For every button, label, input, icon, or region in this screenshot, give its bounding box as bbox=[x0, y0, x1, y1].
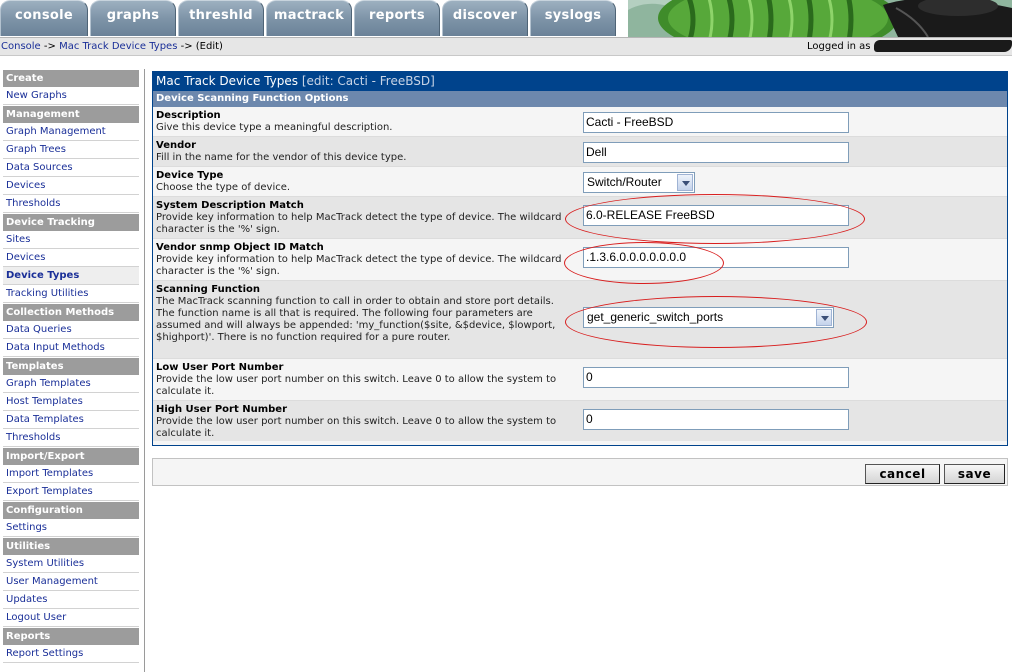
sidebar-item-new-graphs[interactable]: New Graphs bbox=[3, 87, 139, 105]
device-type-select[interactable]: Switch/Router bbox=[583, 172, 695, 193]
cancel-button[interactable]: cancel bbox=[865, 464, 940, 484]
sidebar-item-graph-trees[interactable]: Graph Trees bbox=[3, 141, 139, 159]
sidebar-item-graph-templates[interactable]: Graph Templates bbox=[3, 375, 139, 393]
field-help: Provide key information to help MacTrack… bbox=[156, 212, 562, 235]
save-button[interactable]: save bbox=[944, 464, 1005, 484]
tab-mactrack[interactable]: mactrack bbox=[266, 0, 352, 36]
field-label: High User Port Number bbox=[156, 404, 287, 415]
sidebar-item-data-input-methods[interactable]: Data Input Methods bbox=[3, 339, 139, 357]
sidebar-item-import-templates[interactable]: Import Templates bbox=[3, 465, 139, 483]
sidebar-item-data-queries[interactable]: Data Queries bbox=[3, 321, 139, 339]
form-row-vendor: Vendor Fill in the name for the vendor o… bbox=[153, 137, 1007, 167]
highport-input[interactable]: 0 bbox=[583, 409, 849, 430]
breadcrumb-current: (Edit) bbox=[195, 41, 223, 52]
field-help: Provide the low user port number on this… bbox=[156, 374, 557, 397]
chevron-down-icon[interactable] bbox=[816, 309, 832, 326]
cacti-logo-image bbox=[628, 0, 1012, 37]
form-row-scan-function: Scanning Function The MacTrack scanning … bbox=[153, 281, 1007, 359]
field-label: Scanning Function bbox=[156, 284, 260, 295]
sidebar-item-devices[interactable]: Devices bbox=[3, 177, 139, 195]
sidebar-heading-management: Management bbox=[3, 106, 139, 123]
sidebar-item-thresholds[interactable]: Thresholds bbox=[3, 195, 139, 213]
field-help: Give this device type a meaningful descr… bbox=[156, 122, 393, 133]
breadcrumb-separator: -> bbox=[40, 41, 60, 52]
field-label: Vendor bbox=[156, 140, 197, 151]
field-label: Vendor snmp Object ID Match bbox=[156, 242, 324, 253]
sysdescr-input[interactable]: 6.0-RELEASE FreeBSD bbox=[583, 205, 849, 226]
sidebar-item-graph-management[interactable]: Graph Management bbox=[3, 123, 139, 141]
description-input[interactable]: Cacti - FreeBSD bbox=[583, 112, 849, 133]
sidebar-heading-collection-methods: Collection Methods bbox=[3, 304, 139, 321]
panel-title: Mac Track Device Types [edit: Cacti - Fr… bbox=[153, 72, 1007, 91]
form-row-lowport: Low User Port Number Provide the low use… bbox=[153, 359, 1007, 401]
sidebar-heading-import-export: Import/Export bbox=[3, 448, 139, 465]
field-help: Provide the low user port number on this… bbox=[156, 416, 557, 439]
sidebar-item-logout-user[interactable]: Logout User bbox=[3, 609, 139, 627]
tab-syslogs[interactable]: syslogs bbox=[530, 0, 616, 36]
redacted-username bbox=[874, 40, 1012, 52]
tab-console[interactable]: console bbox=[0, 0, 88, 36]
panel-title-text: Mac Track Device Types bbox=[156, 74, 299, 88]
tab-graphs[interactable]: graphs bbox=[90, 0, 176, 36]
field-help: Choose the type of device. bbox=[156, 182, 291, 193]
sidebar-item-host-templates[interactable]: Host Templates bbox=[3, 393, 139, 411]
breadcrumb: Console -> Mac Track Device Types -> (Ed… bbox=[1, 41, 223, 52]
field-label: System Description Match bbox=[156, 200, 304, 211]
field-help: Fill in the name for the vendor of this … bbox=[156, 152, 407, 163]
tab-discover[interactable]: discover bbox=[442, 0, 528, 36]
form-row-sysdescr: System Description Match Provide key inf… bbox=[153, 197, 1007, 239]
sidebar-heading-configuration: Configuration bbox=[3, 502, 139, 519]
sidebar-item-report-settings[interactable]: Report Settings bbox=[3, 645, 139, 663]
lowport-input[interactable]: 0 bbox=[583, 367, 849, 388]
breadcrumb-device-types-link[interactable]: Mac Track Device Types bbox=[59, 41, 177, 52]
form-button-bar: cancel save bbox=[152, 458, 1008, 486]
sidebar-item-system-utilities[interactable]: System Utilities bbox=[3, 555, 139, 573]
top-tab-bar: console graphs threshld mactrack reports disc… bbox=[0, 0, 1012, 37]
field-label: Device Type bbox=[156, 170, 224, 181]
form-row-description: Description Give this device type a mean… bbox=[153, 107, 1007, 137]
field-label: Low User Port Number bbox=[156, 362, 284, 373]
sidebar-heading-utilities: Utilities bbox=[3, 538, 139, 555]
sidebar-heading-create: Create bbox=[3, 70, 139, 87]
form-row-sysoid: Vendor snmp Object ID Match Provide key … bbox=[153, 239, 1007, 281]
field-help: The MacTrack scanning function to call i… bbox=[156, 296, 556, 343]
scan-function-select[interactable]: get_generic_switch_ports bbox=[583, 307, 834, 328]
sidebar-heading-templates: Templates bbox=[3, 358, 139, 375]
sidebar-item-device-types[interactable]: Device Types bbox=[3, 267, 139, 285]
panel-title-sub: [edit: Cacti - FreeBSD] bbox=[301, 74, 435, 88]
sidebar-item-export-templates[interactable]: Export Templates bbox=[3, 483, 139, 501]
sidebar-item-updates[interactable]: Updates bbox=[3, 591, 139, 609]
sysoid-input[interactable]: .1.3.6.0.0.0.0.0.0.0 bbox=[583, 247, 849, 268]
tab-reports[interactable]: reports bbox=[354, 0, 440, 36]
form-row-highport: High User Port Number Provide the low us… bbox=[153, 401, 1007, 441]
sidebar-item-data-sources[interactable]: Data Sources bbox=[3, 159, 139, 177]
tab-threshld[interactable]: threshld bbox=[178, 0, 264, 36]
logged-in-label: Logged in as bbox=[807, 41, 871, 52]
field-help: Provide key information to help MacTrack… bbox=[156, 254, 562, 277]
sidebar-heading-reports: Reports bbox=[3, 628, 139, 645]
sidebar-heading-device-tracking: Device Tracking bbox=[3, 214, 139, 231]
sidebar-menu: Create New Graphs Management Graph Manageme… bbox=[0, 69, 145, 672]
sidebar-item-devices[interactable]: Devices bbox=[3, 249, 139, 267]
field-label: Description bbox=[156, 110, 221, 121]
form-row-device-type: Device Type Choose the type of device. S… bbox=[153, 167, 1007, 197]
sidebar-item-thresholds[interactable]: Thresholds bbox=[3, 429, 139, 447]
vendor-input[interactable]: Dell bbox=[583, 142, 849, 163]
sidebar-item-settings[interactable]: Settings bbox=[3, 519, 139, 537]
scan-function-select-value: get_generic_switch_ports bbox=[587, 310, 724, 324]
breadcrumb-bar: Console -> Mac Track Device Types -> (Ed… bbox=[0, 37, 1012, 56]
breadcrumb-console-link[interactable]: Console bbox=[1, 41, 41, 52]
chevron-down-icon[interactable] bbox=[677, 174, 693, 191]
device-type-edit-panel: Mac Track Device Types [edit: Cacti - Fr… bbox=[152, 71, 1008, 446]
panel-subheader: Device Scanning Function Options bbox=[153, 91, 1007, 107]
main-tabs: console graphs threshld mactrack reports disc… bbox=[0, 0, 618, 36]
sidebar-item-user-management[interactable]: User Management bbox=[3, 573, 139, 591]
breadcrumb-separator: -> bbox=[177, 41, 196, 52]
sidebar-item-data-templates[interactable]: Data Templates bbox=[3, 411, 139, 429]
device-type-select-value: Switch/Router bbox=[587, 175, 662, 189]
sidebar-item-sites[interactable]: Sites bbox=[3, 231, 139, 249]
sidebar-item-tracking-utilities[interactable]: Tracking Utilities bbox=[3, 285, 139, 303]
